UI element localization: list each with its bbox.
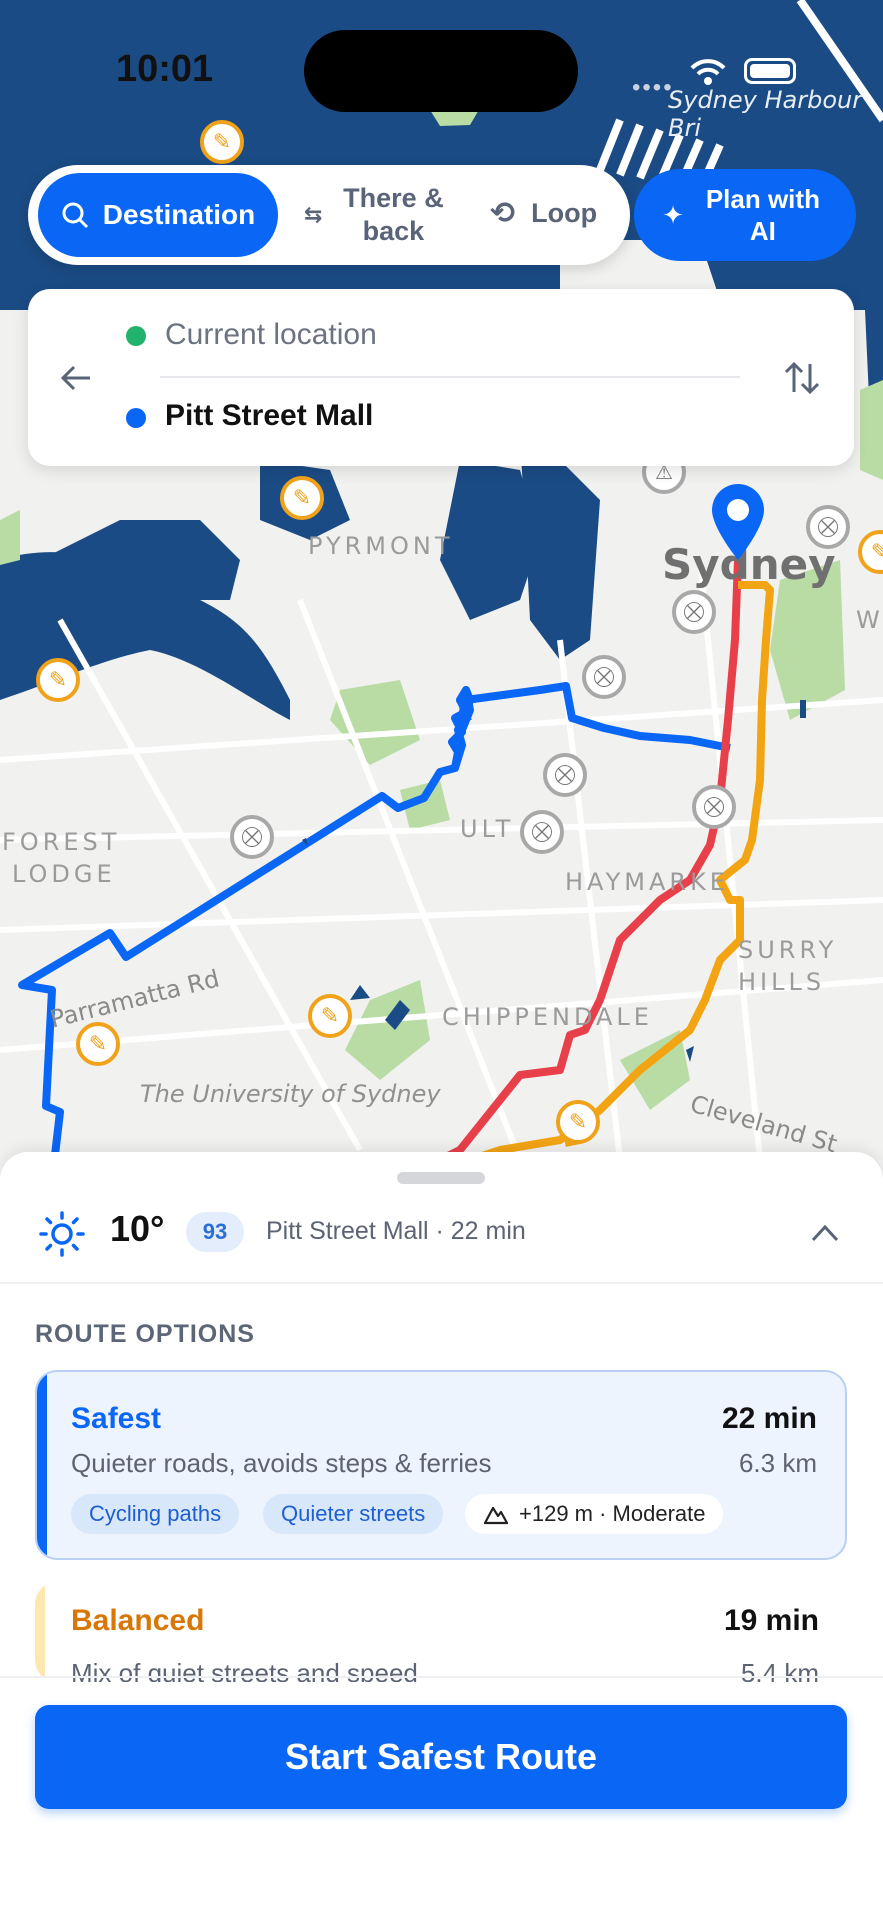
mode-loop-label: Loop xyxy=(531,198,598,228)
sheet-drag-handle[interactable] xyxy=(397,1172,485,1184)
status-time: 10:01 xyxy=(116,48,214,90)
search-icon xyxy=(62,202,88,229)
route-options-heading: ROUTE OPTIONS xyxy=(35,1320,255,1348)
swap-arrows-icon: ⇆ xyxy=(304,202,323,227)
origin-dot xyxy=(126,326,146,346)
route-description: Quieter roads, avoids steps & ferries xyxy=(71,1448,492,1478)
chip-cycling-paths: Cycling paths xyxy=(71,1494,240,1534)
chip-elevation: +129 m · Moderate xyxy=(465,1494,724,1534)
plan-with-ai-button[interactable]: ✦ Plan with AI xyxy=(634,169,856,261)
destination-dot xyxy=(126,408,146,428)
footer-divider xyxy=(0,1676,883,1678)
map-label-university: The University of Sydney xyxy=(140,1080,441,1108)
temperature: 10° xyxy=(110,1208,165,1249)
roadwork-icon[interactable]: ⛒ xyxy=(692,785,736,829)
trip-summary: Pitt Street Mall · 22 min xyxy=(266,1217,526,1245)
dynamic-island xyxy=(304,30,578,112)
bird-poi-icon[interactable]: ✎ xyxy=(556,1100,600,1144)
map-label-hills: HILLS xyxy=(738,968,826,996)
air-quality-badge: 93 xyxy=(186,1212,244,1252)
route-accent-bar xyxy=(35,1582,45,1682)
map-label-lodge: LODGE xyxy=(12,860,116,888)
route-name: Balanced xyxy=(71,1604,205,1637)
map-label-surry: SURRY xyxy=(738,936,838,964)
bird-poi-icon[interactable]: ✎ xyxy=(76,1022,120,1066)
sun-icon xyxy=(39,1211,85,1257)
map-label-pyrmont: PYRMONT xyxy=(308,532,454,560)
route-description: Mix of quiet streets and speed xyxy=(71,1658,418,1682)
map-label-forest: FOREST xyxy=(2,828,121,856)
elevation-text: +129 m · Moderate xyxy=(519,1501,706,1526)
roadwork-icon[interactable]: ⛒ xyxy=(806,505,850,549)
plan-with-ai-label: Plan with AI xyxy=(705,184,820,246)
mode-there-and-back-button[interactable]: ⇆ There & back xyxy=(304,182,448,248)
roadwork-icon[interactable]: ⛒ xyxy=(230,815,274,859)
search-divider xyxy=(160,376,740,378)
mode-destination-label: Destination xyxy=(102,199,256,230)
signal-dots-icon: •••• xyxy=(632,74,674,101)
back-arrow-icon[interactable] xyxy=(58,360,94,396)
loop-icon: ⟲ xyxy=(490,197,516,230)
battery-icon xyxy=(744,58,796,84)
map-label-harbour-bridge: Sydney Harbour Bri xyxy=(668,86,863,142)
bird-poi-icon[interactable]: ✎ xyxy=(36,658,80,702)
bird-poi-icon[interactable]: ✎ xyxy=(200,120,244,164)
bird-poi-icon[interactable]: ✎ xyxy=(308,994,352,1038)
route-name: Safest xyxy=(71,1402,162,1435)
route-accent-bar xyxy=(37,1372,47,1558)
roadwork-icon[interactable]: ⛒ xyxy=(672,590,716,634)
mode-loop-button[interactable]: ⟲ Loop xyxy=(490,196,597,231)
sheet-divider xyxy=(0,1282,883,1284)
mountain-icon xyxy=(483,1506,509,1525)
origin-field[interactable]: Current location xyxy=(165,318,377,352)
route-distance: 6.3 km xyxy=(738,1448,817,1478)
map-label-edge-w: W xyxy=(856,606,883,634)
route-option-safest[interactable]: Safest 22 min Quieter roads, avoids step… xyxy=(35,1370,847,1560)
route-distance: 5.4 km xyxy=(740,1658,819,1682)
wifi-icon xyxy=(690,59,726,85)
sparkle-icon: ✦ xyxy=(662,199,684,230)
chevron-up-icon[interactable] xyxy=(810,1222,840,1244)
roadwork-icon[interactable]: ⛒ xyxy=(520,810,564,854)
roadwork-icon[interactable]: ⛒ xyxy=(543,753,587,797)
route-time: 19 min xyxy=(723,1604,819,1637)
route-option-balanced[interactable]: Balanced 19 min Mix of quiet streets and… xyxy=(35,1582,847,1682)
route-time: 22 min xyxy=(721,1402,817,1435)
map-label-haymarket: HAYMARKE xyxy=(565,868,729,896)
swap-vertical-icon[interactable] xyxy=(782,358,822,398)
roadwork-icon[interactable]: ⛒ xyxy=(582,655,626,699)
start-route-button[interactable]: Start Safest Route xyxy=(35,1705,847,1809)
bird-poi-icon[interactable]: ✎ xyxy=(280,476,324,520)
mode-there-and-back-label: There & back xyxy=(343,183,444,246)
mode-destination-button[interactable]: Destination xyxy=(38,173,278,257)
map-label-ultimo: ULT xyxy=(460,815,515,843)
destination-pin-icon[interactable] xyxy=(708,482,768,562)
destination-field[interactable]: Pitt Street Mall xyxy=(165,399,373,433)
map-label-chippendale: CHIPPENDALE xyxy=(442,1003,653,1031)
chip-quieter-streets: Quieter streets xyxy=(263,1494,444,1534)
